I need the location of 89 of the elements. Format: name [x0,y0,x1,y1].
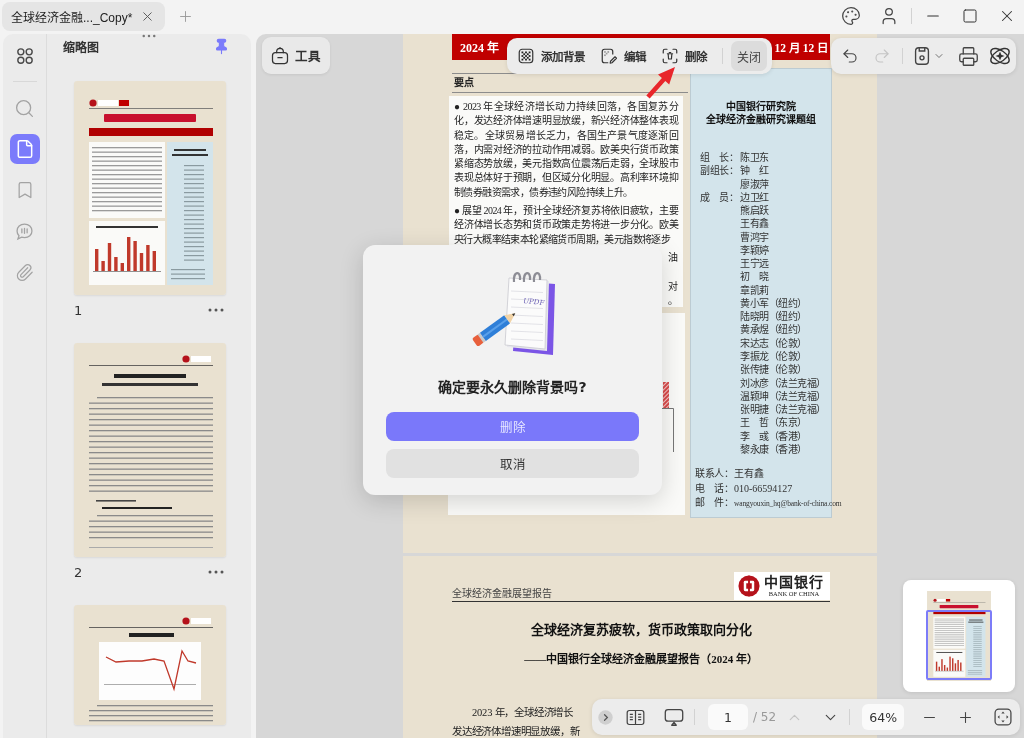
role-label: 组 长： [700,151,738,165]
contact-label: 联系人： [695,467,733,481]
search-icon [14,97,35,119]
checkerboard-pencil-icon [600,47,618,65]
panel-heading: 中国银行研究院 [725,100,797,113]
member-name: 熊启跃 [740,204,769,218]
cancel-button[interactable]: 取消 [386,449,639,478]
printer-icon[interactable] [958,45,979,67]
contact-value: 王有鑫 [734,467,764,481]
comment-icon [14,220,35,242]
member-name: 李 彧（香港） [740,429,807,443]
member-name: 张传捷（伦敦） [740,363,807,377]
bank-emblem-icon [738,575,760,597]
member-name: 陆晓明（纽约） [740,310,807,324]
member-name: 黄小军（纽约） [740,296,807,311]
tab-title: 全球经济金融..._Copy* [11,10,133,25]
paperclip-icon [15,262,34,282]
more-icon[interactable] [208,308,224,312]
pin-icon[interactable] [213,38,230,55]
document-subtitle: ——中国银行全球经济金融展望报告（2024 年） [523,651,759,667]
member-name: 章凯莉 [740,283,769,297]
zoom-level-field[interactable]: 64% [862,704,905,730]
panel-heading: 全球经济金融研究课题组 [705,113,817,126]
member-name: 廖淑萍 [740,177,769,191]
bullet-paragraph: ● 展望 2024 年，预计全球经济复苏将依旧疲软，主要经济体增长态势和货币政策走势将进一步分化。欧美央行大概率结束本轮紧缩货币周期，美元指数将逐步 [454,204,678,247]
checkerboard-icon [517,47,535,65]
role-label: 副组长： [700,164,738,178]
member-name: 初 晓 [740,270,769,284]
member-name: 刘冰彦（法兰克福） [740,376,826,390]
role-label: 成 员： [700,190,738,205]
paragraph-line: 发达经济体增速明显放缓，新 [452,725,580,738]
maximize-icon[interactable] [962,8,978,24]
trash-icon [661,47,679,65]
bullet-paragraph: ● 2023 年全球经济增长动力持续回落，各国复苏分化，发达经济体增速明显放缓，新兴经济体整体表现稳定。全球贸易增长乏力，各国生产景气度逐渐回落，内需对经济的拉动作用减弱。欧美央行货币政策紧缩态势放缓，美元指数高位震荡后走弱，全球股市表现总体好于预期，但区域分化明显。高利率环境抑制债券融资需求，债券违约风险持续上升。 [454,100,678,200]
page-number-field[interactable]: 1 [708,704,748,730]
apps-icon [14,46,35,66]
drag-handle-icon[interactable] [142,34,156,38]
banner-date: 12 月 12 日 [774,41,828,55]
banner-text: 2024 年 [460,40,499,56]
fit-screen-icon[interactable] [993,707,1014,727]
screen-icon[interactable] [663,706,685,728]
palette-icon[interactable] [841,6,861,26]
expand-icon[interactable] [598,709,613,725]
contact-label: 电 话： [695,481,733,495]
member-name: 陈卫东 [740,151,769,165]
add-background-button[interactable]: 添加背景 [517,47,585,65]
member-name: 张明捷（法兰克福） [740,403,826,417]
document-title: 全球经济复苏疲软，货币政策取向分化 [529,621,753,639]
running-head: 全球经济金融展望报告 [452,588,552,600]
member-name: 黎永康（香港） [740,442,807,457]
toolbox-icon [270,45,290,66]
member-name: 黄承煜（纽约） [740,323,807,337]
edit-background-button[interactable]: 编辑 [600,47,646,65]
chart-axis [661,408,674,453]
text-fragment: 。 [668,293,678,308]
document-tab[interactable]: 全球经济金融..._Copy* [2,2,166,31]
text-fragment: 对 [668,279,678,294]
thumbnails-button[interactable] [9,134,40,164]
member-name: 李振龙（伦敦） [740,350,807,364]
page-count: / 52 [753,710,777,724]
paragraph-line: 2023 年，全球经济增长 [472,706,574,720]
more-icon[interactable] [208,570,224,574]
chart-bar [663,382,669,408]
member-name: 宋达志（伦敦） [740,336,807,350]
member-name: 王宁远 [740,257,769,271]
page-number-label: 2 [74,564,83,580]
member-name: 王有鑫 [740,217,769,231]
close-button[interactable]: 关闭 [731,41,767,71]
contact-label: 邮 件： [695,496,733,510]
member-name: 曹鸿宇 [740,230,769,244]
text-fragment: 油 [668,250,678,265]
undo-icon[interactable] [841,47,859,65]
panel-title: 缩略图 [63,40,99,55]
logo-name: 中国银行 [764,574,824,590]
contact-value: 010-66594127 [734,482,793,494]
viewport-frame[interactable] [926,610,992,680]
pencil-drawing [471,313,515,347]
page-number-label: 1 [74,302,83,318]
page-thumbnail-drawing[interactable] [74,343,226,557]
member-name: 钟 红 [740,164,769,178]
member-name: 温颖坤（法兰克福） [740,389,826,404]
page-thumbnail-drawing[interactable] [74,81,226,295]
dialog-message: 确定要永久删除背景吗? [438,378,587,396]
member-name: 王 哲（东京） [740,416,807,430]
member-name: 边卫红 [740,190,769,205]
page-thumbnail-drawing[interactable] [74,605,226,725]
delete-background-button[interactable]: 删除 [661,47,707,65]
tools-button[interactable]: 工具 [262,37,330,74]
member-name: 李颖婷 [740,243,769,258]
